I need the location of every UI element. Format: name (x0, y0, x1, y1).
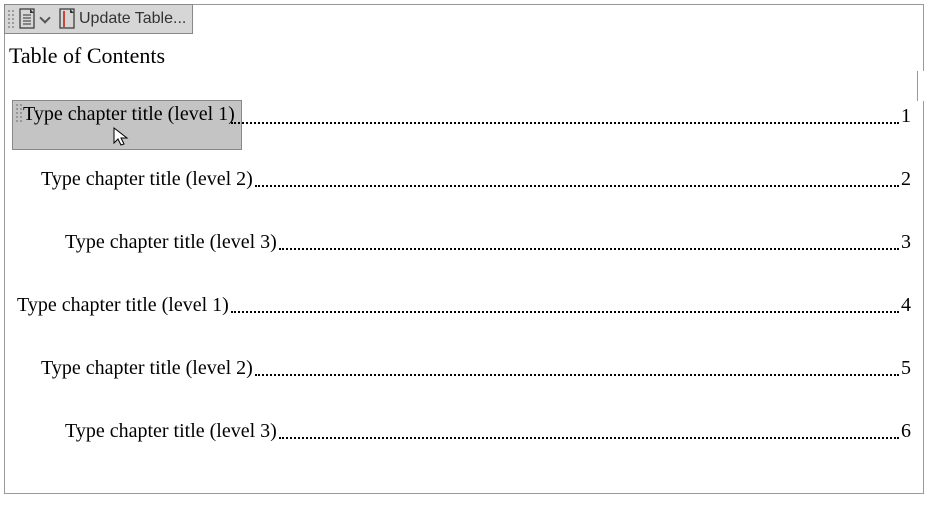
document-list-icon (17, 8, 37, 30)
tab-notch (917, 71, 929, 101)
toc-entry[interactable]: Type chapter title (level 1) 4 (17, 294, 911, 317)
toc-entry-page: 4 (901, 294, 911, 317)
toc-entries: Type chapter title (level 1) Type chapte… (5, 105, 923, 483)
toc-entry-page: 1 (901, 105, 911, 128)
toc-entry-label: Type chapter title (level 1) (23, 103, 235, 126)
toc-entry-page: 6 (901, 420, 911, 443)
toc-toolbar: Update Table... (4, 4, 193, 34)
toc-entry-label: Type chapter title (level 2) (41, 357, 253, 380)
document-refresh-icon (57, 8, 77, 30)
toc-options-menu[interactable] (17, 8, 53, 30)
drag-handle-icon[interactable] (7, 9, 15, 29)
toc-entry-label: Type chapter title (level 2) (41, 168, 253, 191)
toc-entry[interactable]: Type chapter title (level 3) 3 (17, 231, 911, 254)
toc-entry[interactable]: Type chapter title (level 1) Type chapte… (17, 105, 911, 128)
leader-dots (255, 374, 899, 376)
toc-entry-page: 2 (901, 168, 911, 191)
leader-dots (255, 185, 899, 187)
update-table-label: Update Table... (79, 10, 186, 28)
toc-entry[interactable]: Type chapter title (level 2) 5 (17, 357, 911, 380)
toc-title[interactable]: Table of Contents (9, 43, 165, 69)
update-table-button[interactable]: Update Table... (57, 8, 186, 30)
leader-dots (231, 122, 899, 124)
toc-entry-label: Type chapter title (level 1) (17, 294, 229, 317)
drag-handle-icon[interactable] (15, 103, 23, 123)
leader-dots (231, 311, 899, 313)
toc-entry-label: Type chapter title (level 3) (65, 420, 277, 443)
toc-entry-page: 5 (901, 357, 911, 380)
selected-entry-box[interactable]: Type chapter title (level 1) (12, 100, 242, 150)
toc-entry-page: 3 (901, 231, 911, 254)
leader-dots (279, 248, 899, 250)
leader-dots (279, 437, 899, 439)
toc-entry[interactable]: Type chapter title (level 3) 6 (17, 420, 911, 443)
mouse-cursor-icon (113, 127, 131, 147)
toc-entry[interactable]: Type chapter title (level 2) 2 (17, 168, 911, 191)
toc-container: Update Table... Table of Contents Type c… (4, 4, 924, 494)
toc-entry-label: Type chapter title (level 3) (65, 231, 277, 254)
chevron-down-icon (39, 12, 50, 23)
